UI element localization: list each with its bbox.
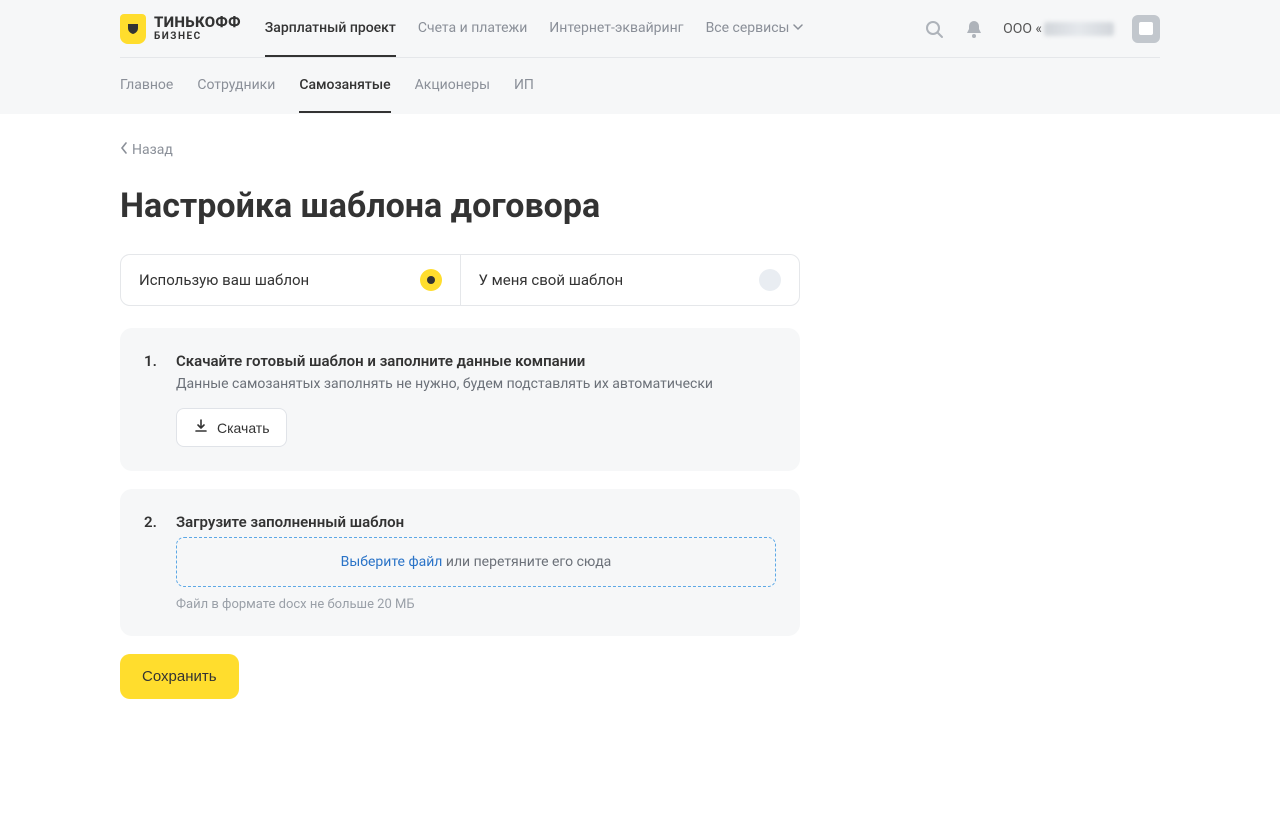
nav-tab-salary-project[interactable]: Зарплатный проект [265, 0, 396, 57]
chevron-left-icon [120, 142, 128, 158]
step-1-number: 1. [144, 352, 162, 447]
radio-unselected-icon [759, 269, 781, 291]
bell-icon[interactable] [963, 18, 985, 40]
org-name[interactable]: ООО « [1003, 21, 1114, 37]
step-2-card: 2. Загрузите заполненный шаблон Выберите… [120, 489, 800, 636]
download-icon [193, 418, 209, 437]
search-icon[interactable] [923, 18, 945, 40]
subnav-tab-shareholders[interactable]: Акционеры [415, 59, 490, 113]
step-2-title: Загрузите заполненный шаблон [176, 513, 776, 531]
org-name-redacted [1044, 22, 1114, 36]
nav-tab-accounts[interactable]: Счета и платежи [418, 0, 527, 57]
nav-tab-acquiring[interactable]: Интернет-эквайринг [549, 0, 683, 57]
file-format-hint: Файл в формате docx не больше 20 МБ [176, 597, 776, 612]
header-right: ООО « [923, 15, 1160, 43]
template-choice: Использую ваш шаблон У меня свой шаблон [120, 254, 800, 306]
choose-file-link[interactable]: Выберите файл [341, 554, 443, 570]
subnav-tab-employees[interactable]: Сотрудники [197, 59, 275, 113]
nav-tab-all-services[interactable]: Все сервисы [706, 0, 804, 57]
save-button[interactable]: Сохранить [120, 654, 239, 699]
step-1-card: 1. Скачайте готовый шаблон и заполните д… [120, 328, 800, 471]
back-link[interactable]: Назад [120, 142, 1160, 158]
sub-nav: Главное Сотрудники Самозанятые Акционеры… [120, 58, 1160, 114]
file-dropzone[interactable]: Выберите файл или перетяните его сюда [176, 537, 776, 587]
radio-selected-icon [420, 269, 442, 291]
logo-text: ТИНЬКОФФ БИЗНЕС [154, 15, 241, 42]
logo-shield-icon [120, 14, 146, 44]
subnav-tab-ip[interactable]: ИП [514, 59, 534, 113]
step-2-number: 2. [144, 513, 162, 612]
logo[interactable]: ТИНЬКОФФ БИЗНЕС [120, 14, 241, 44]
main-nav: Зарплатный проект Счета и платежи Интерн… [265, 0, 804, 57]
step-1-desc: Данные самозанятых заполнять не нужно, б… [176, 376, 776, 392]
subnav-tab-selfemployed[interactable]: Самозанятые [299, 59, 390, 113]
step-1-title: Скачайте готовый шаблон и заполните данн… [176, 352, 776, 370]
template-option-ours[interactable]: Использую ваш шаблон [121, 255, 460, 305]
chevron-down-icon [793, 20, 803, 36]
template-option-own[interactable]: У меня свой шаблон [460, 255, 800, 305]
subnav-tab-main[interactable]: Главное [120, 59, 173, 113]
product-switcher-icon[interactable] [1132, 15, 1160, 43]
dropzone-text: или перетяните его сюда [442, 554, 611, 570]
header: ТИНЬКОФФ БИЗНЕС Зарплатный проект Счета … [120, 0, 1160, 58]
page-title: Настройка шаблона договора [120, 186, 1160, 226]
download-template-button[interactable]: Скачать [176, 408, 287, 447]
